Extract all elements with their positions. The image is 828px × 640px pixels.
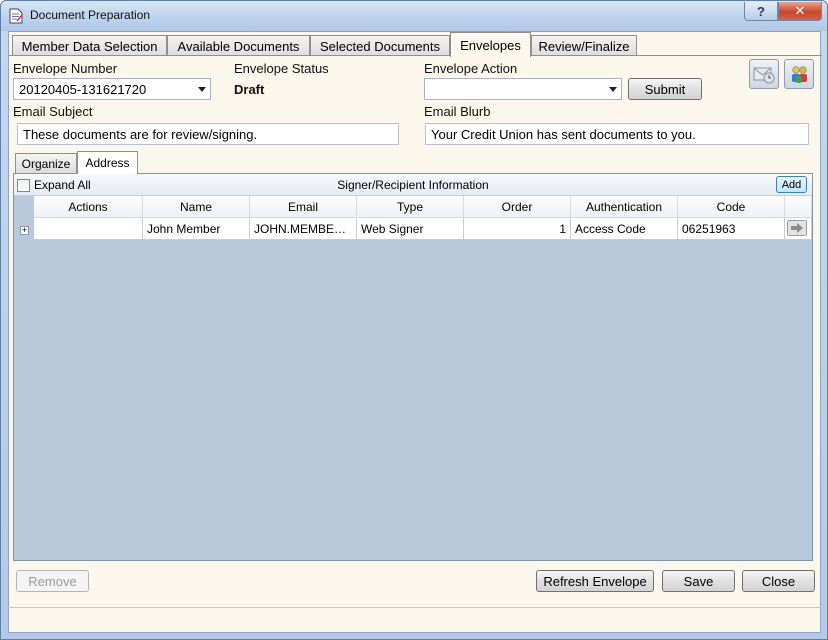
document-edit-icon xyxy=(9,8,23,24)
close-button[interactable]: Close xyxy=(742,570,815,592)
column-header-authentication[interactable]: Authentication xyxy=(571,196,678,218)
column-header-type[interactable]: Type xyxy=(357,196,464,218)
recipients-button[interactable] xyxy=(784,59,814,89)
envelope-action-label: Envelope Action xyxy=(424,61,518,76)
cell-order[interactable]: 1 xyxy=(464,218,571,240)
tab-available-documents[interactable]: Available Documents xyxy=(167,35,310,56)
window-title: Document Preparation xyxy=(30,8,151,22)
save-button[interactable]: Save xyxy=(662,570,735,592)
cell-authentication[interactable]: Access Code xyxy=(571,218,678,240)
tab-divider xyxy=(9,55,822,56)
send-mail-button[interactable] xyxy=(749,59,779,89)
signer-grid-panel: Expand All Signer/Recipient Information … xyxy=(13,173,813,561)
main-tab-strip: Member Data Selection Available Document… xyxy=(12,32,812,57)
envelope-status-value: Draft xyxy=(234,82,265,97)
tab-address[interactable]: Address xyxy=(77,151,138,174)
grid-header-bar: Expand All Signer/Recipient Information … xyxy=(14,174,812,196)
mail-clock-icon xyxy=(753,67,775,84)
status-bar xyxy=(8,607,821,633)
cell-code[interactable]: 06251963 xyxy=(678,218,785,240)
tab-review-finalize[interactable]: Review/Finalize xyxy=(531,35,637,56)
arrow-right-icon xyxy=(787,220,807,236)
column-header-actions[interactable]: Actions xyxy=(34,196,143,218)
chevron-down-icon xyxy=(609,87,617,92)
tab-member-data-selection[interactable]: Member Data Selection xyxy=(12,35,167,56)
envelope-action-select[interactable] xyxy=(424,78,622,100)
people-icon xyxy=(792,66,807,83)
column-header-code[interactable]: Code xyxy=(678,196,785,218)
cell-actions[interactable] xyxy=(34,218,143,240)
chevron-down-icon xyxy=(198,87,206,92)
envelope-number-label: Envelope Number xyxy=(13,61,118,76)
submit-button[interactable]: Submit xyxy=(628,78,702,100)
column-header-name[interactable]: Name xyxy=(143,196,250,218)
cell-name[interactable]: John Member xyxy=(143,218,250,240)
envelope-status-label: Envelope Status xyxy=(234,61,329,76)
email-subject-field[interactable]: These documents are for review/signing. xyxy=(17,123,399,145)
envelope-number-value: 20120405-131621720 xyxy=(19,82,147,97)
window-close-button[interactable]: ✕ xyxy=(778,2,822,21)
envelope-number-select[interactable]: 20120405-131621720 xyxy=(13,78,211,100)
row-expand-icon[interactable]: + xyxy=(20,226,29,235)
row-go-button[interactable] xyxy=(785,218,812,240)
tab-selected-documents[interactable]: Selected Documents xyxy=(310,35,450,56)
title-bar: Document Preparation ? ✕ xyxy=(1,1,827,31)
column-header-email[interactable]: Email xyxy=(250,196,357,218)
email-blurb-label: Email Blurb xyxy=(424,104,491,119)
column-header-blank xyxy=(785,196,812,218)
help-button[interactable]: ? xyxy=(744,2,778,21)
column-header-order[interactable]: Order xyxy=(464,196,571,218)
email-blurb-field[interactable]: Your Credit Union has sent documents to … xyxy=(425,123,809,145)
grid-title: Signer/Recipient Information xyxy=(337,178,489,192)
add-recipient-button[interactable]: Add xyxy=(776,176,807,193)
sub-tab-strip: Organize Address xyxy=(15,151,155,174)
tab-organize[interactable]: Organize xyxy=(15,153,77,173)
cell-email[interactable]: JOHN.MEMBE… xyxy=(250,218,357,240)
tab-envelopes[interactable]: Envelopes xyxy=(450,32,531,57)
client-area: Member Data Selection Available Document… xyxy=(8,31,822,633)
email-subject-label: Email Subject xyxy=(13,104,93,119)
document-preparation-window: Document Preparation ? ✕ Member Data Sel… xyxy=(0,0,828,640)
cell-type[interactable]: Web Signer xyxy=(357,218,464,240)
refresh-envelope-button[interactable]: Refresh Envelope xyxy=(536,570,654,592)
remove-button[interactable]: Remove xyxy=(16,570,89,592)
